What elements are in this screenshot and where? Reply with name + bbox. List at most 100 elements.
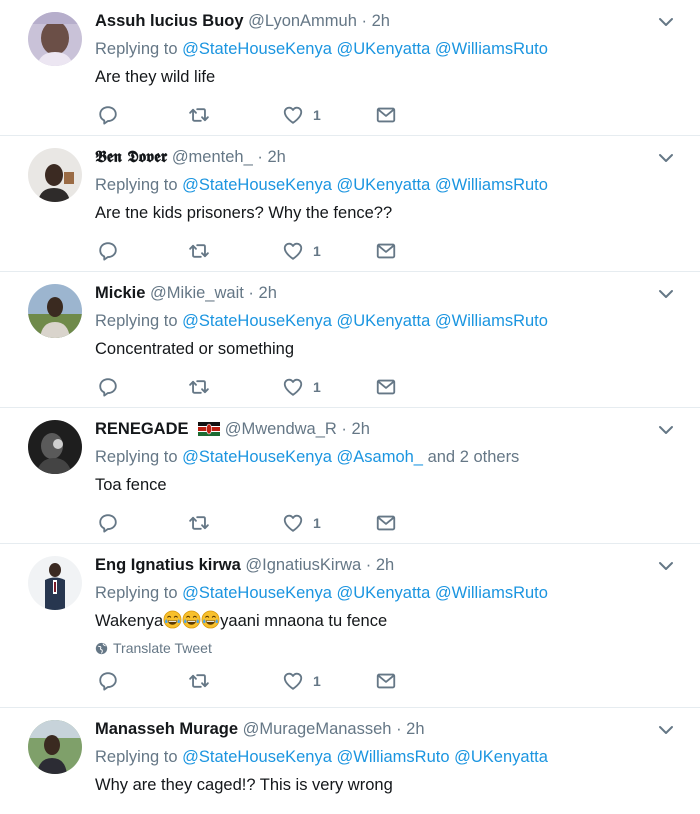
- tweet[interactable]: Mickie @Mikie_wait · 2h Replying to @Sta…: [0, 272, 700, 408]
- kenya-flag-emoji: [198, 422, 221, 436]
- avatar[interactable]: [28, 12, 82, 66]
- avatar[interactable]: [28, 720, 82, 774]
- laughing-tears-emoji: [182, 610, 201, 629]
- tweet-text: Wakenya yaani mnaona tu fence: [95, 610, 700, 632]
- translate-tweet-link[interactable]: Translate Tweet: [95, 640, 700, 656]
- tweet[interactable]: 𝕭𝖊𝖓 𝕯𝖔𝖛𝖊𝖗 @menteh_ · 2h Replying to @Sta…: [0, 136, 700, 272]
- reply-button[interactable]: [97, 104, 119, 126]
- chevron-down-icon[interactable]: [658, 14, 674, 30]
- timestamp[interactable]: 2h: [259, 284, 277, 302]
- tweet[interactable]: Assuh lucius Buoy @LyonAmmuh · 2h Replyi…: [0, 0, 700, 136]
- mention-link[interactable]: @WilliamsRuto: [435, 584, 548, 602]
- user-handle[interactable]: @IgnatiusKirwa: [245, 556, 361, 574]
- direct-message-button[interactable]: [375, 376, 397, 398]
- chevron-down-icon[interactable]: [658, 722, 674, 738]
- mention-link[interactable]: @UKenyatta: [337, 312, 431, 330]
- envelope-icon: [375, 670, 397, 692]
- retweet-button[interactable]: [188, 670, 210, 692]
- timestamp[interactable]: 2h: [352, 420, 370, 438]
- envelope-icon: [375, 512, 397, 534]
- like-button[interactable]: 1: [282, 670, 321, 692]
- retweet-button[interactable]: [188, 512, 210, 534]
- mention-link[interactable]: @StateHouseKenya: [182, 312, 332, 330]
- avatar[interactable]: [28, 148, 82, 202]
- mention-link[interactable]: @WilliamsRuto: [337, 748, 450, 766]
- mention-link[interactable]: @StateHouseKenya: [182, 176, 332, 194]
- timestamp[interactable]: 2h: [376, 556, 394, 574]
- mention-link[interactable]: @UKenyatta: [337, 40, 431, 58]
- timestamp[interactable]: 2h: [406, 720, 424, 738]
- chevron-down-icon[interactable]: [658, 150, 674, 166]
- like-button[interactable]: 1: [282, 512, 321, 534]
- user-handle[interactable]: @Mikie_wait: [150, 284, 244, 302]
- tweet-text-end: yaani mnaona tu fence: [220, 612, 388, 630]
- separator-dot: ·: [365, 556, 372, 574]
- user-handle[interactable]: @MurageManasseh: [243, 720, 392, 738]
- user-handle[interactable]: @Mwendwa_R: [225, 420, 337, 438]
- tweet-actions: 1: [95, 232, 700, 272]
- mention-link[interactable]: @StateHouseKenya: [182, 748, 332, 766]
- chevron-down-icon[interactable]: [658, 422, 674, 438]
- tweet[interactable]: Manasseh Murage @MurageManasseh · 2h Rep…: [0, 708, 700, 814]
- mention-link[interactable]: @Asamoh_: [337, 448, 423, 466]
- mention-link[interactable]: @UKenyatta: [337, 584, 431, 602]
- laughing-tears-emoji: [201, 610, 220, 629]
- avatar[interactable]: [28, 556, 82, 610]
- like-button[interactable]: 1: [282, 376, 321, 398]
- direct-message-button[interactable]: [375, 512, 397, 534]
- like-button[interactable]: 1: [282, 240, 321, 262]
- timestamp[interactable]: 2h: [372, 12, 390, 30]
- reply-button[interactable]: [97, 670, 119, 692]
- tweet[interactable]: Eng Ignatius kirwa @IgnatiusKirwa · 2h R…: [0, 544, 700, 708]
- mention-link[interactable]: @UKenyatta: [337, 176, 431, 194]
- mention-link[interactable]: @StateHouseKenya: [182, 584, 332, 602]
- mention-link[interactable]: @WilliamsRuto: [435, 176, 548, 194]
- envelope-icon: [375, 104, 397, 126]
- direct-message-button[interactable]: [375, 104, 397, 126]
- display-name[interactable]: Manasseh Murage: [95, 720, 238, 738]
- reply-button[interactable]: [97, 240, 119, 262]
- chevron-down-icon[interactable]: [658, 558, 674, 574]
- display-name[interactable]: Mickie: [95, 284, 145, 302]
- retweet-icon: [188, 240, 210, 262]
- retweet-button[interactable]: [188, 376, 210, 398]
- timestamp[interactable]: 2h: [267, 148, 285, 166]
- separator-dot: ·: [341, 420, 347, 438]
- like-button[interactable]: 1: [282, 104, 321, 126]
- replying-to-label: Replying to: [95, 448, 178, 466]
- mention-link[interactable]: @StateHouseKenya: [182, 448, 332, 466]
- like-count: 1: [313, 673, 321, 689]
- display-name[interactable]: Eng Ignatius kirwa: [95, 556, 241, 574]
- reply-button[interactable]: [97, 376, 119, 398]
- retweet-button[interactable]: [188, 240, 210, 262]
- tweet-actions: 1: [95, 662, 700, 702]
- avatar[interactable]: [28, 420, 82, 474]
- mention-link[interactable]: @WilliamsRuto: [435, 312, 548, 330]
- user-handle[interactable]: @menteh_: [172, 148, 253, 166]
- direct-message-button[interactable]: [375, 670, 397, 692]
- tweet-actions: 1: [95, 368, 700, 408]
- chevron-down-icon[interactable]: [658, 286, 674, 302]
- display-name[interactable]: 𝕭𝖊𝖓 𝕯𝖔𝖛𝖊𝖗: [95, 147, 167, 166]
- reply-button[interactable]: [97, 512, 119, 534]
- reply-icon: [97, 104, 119, 126]
- tweet-text-start: Wakenya: [95, 612, 164, 630]
- mention-link[interactable]: @UKenyatta: [454, 748, 548, 766]
- tweet[interactable]: RENEGADE @Mwendwa_R · 2h Replying to @St…: [0, 408, 700, 544]
- translate-label: Translate Tweet: [113, 640, 212, 656]
- mention-link[interactable]: @WilliamsRuto: [435, 40, 548, 58]
- tweet-header: Eng Ignatius kirwa @IgnatiusKirwa · 2h: [95, 554, 700, 576]
- user-handle[interactable]: @LyonAmmuh: [248, 12, 357, 30]
- replying-to-label: Replying to: [95, 176, 178, 194]
- avatar[interactable]: [28, 284, 82, 338]
- replying-to: Replying to @StateHouseKenya @UKenyatta …: [95, 38, 700, 60]
- retweet-button[interactable]: [188, 104, 210, 126]
- reply-icon: [97, 670, 119, 692]
- envelope-icon: [375, 240, 397, 262]
- replying-to-label: Replying to: [95, 584, 178, 602]
- display-name[interactable]: RENEGADE: [95, 420, 189, 438]
- mention-link[interactable]: @StateHouseKenya: [182, 40, 332, 58]
- direct-message-button[interactable]: [375, 240, 397, 262]
- display-name[interactable]: Assuh lucius Buoy: [95, 12, 244, 30]
- others-link[interactable]: and 2 others: [428, 448, 520, 466]
